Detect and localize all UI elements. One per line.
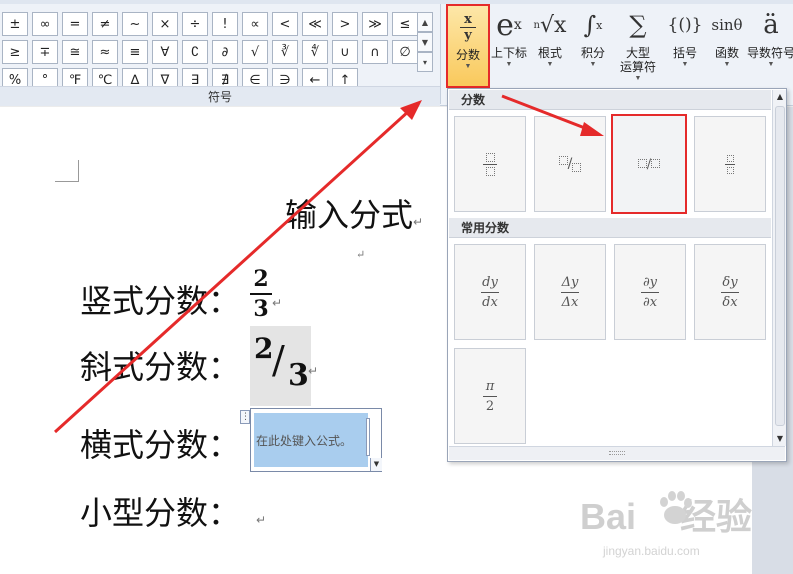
annotation-arrow-short [501, 94, 591, 132]
annotation-arrow-long [53, 108, 412, 434]
paw-logo-icon [660, 491, 692, 524]
watermark-url: jingyan.baidu.com [603, 544, 700, 558]
annotation-arrowhead-short [580, 122, 604, 136]
watermark-brand: Bai [580, 496, 637, 537]
